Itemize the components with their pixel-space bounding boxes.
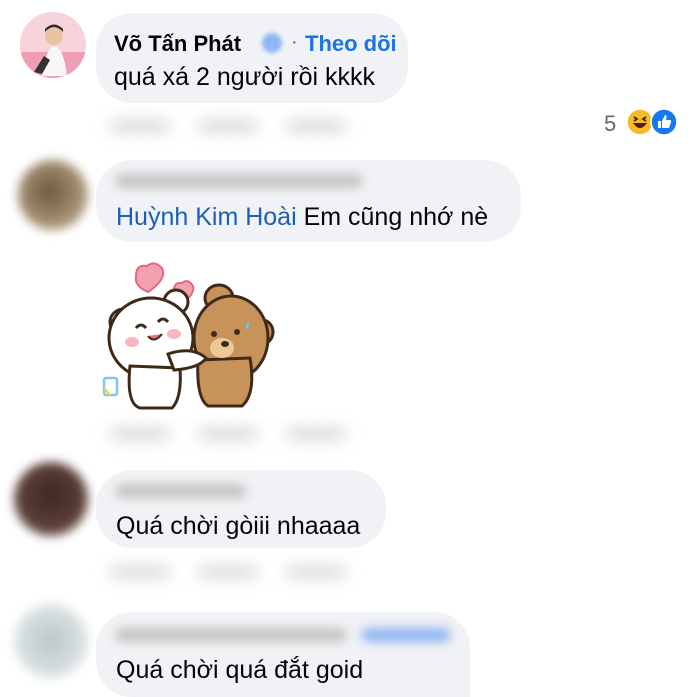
mention-link[interactable]: Huỳnh Kim Hoài <box>116 203 297 231</box>
sticker[interactable] <box>96 258 276 410</box>
comment-author[interactable] <box>116 484 246 498</box>
follow-button[interactable]: Theo dõi <box>305 31 397 57</box>
comment-bubble[interactable]: Quá chời gòiii nhaaaa <box>96 470 386 548</box>
comment-text: quá xá 2 người rồi kkkk <box>114 63 376 91</box>
comment-actions[interactable] <box>110 562 350 582</box>
comment-author[interactable]: Võ Tấn Phát <box>114 31 241 56</box>
reaction-summary[interactable]: 5 <box>604 108 684 138</box>
comment-text: Quá chời quá đắt goid <box>116 656 364 684</box>
hugging-bears-sticker <box>102 262 275 410</box>
comment-text: Huỳnh Kim Hoài Em cũng nhớ nè <box>116 203 489 231</box>
avatar[interactable] <box>20 12 86 78</box>
comment-bubble[interactable]: Huỳnh Kim Hoài Em cũng nhớ nè <box>96 160 521 242</box>
avatar-image <box>20 12 86 78</box>
comment-bubble[interactable]: Võ Tấn Phát · Theo dõi quá xá 2 người rồ… <box>96 13 408 103</box>
comment-text: Quá chời gòiii nhaaaa <box>116 512 361 540</box>
like-reaction-icon <box>650 108 678 141</box>
reaction-count: 5 <box>604 111 617 136</box>
comment-author[interactable] <box>116 628 346 642</box>
avatar[interactable] <box>14 604 88 678</box>
follow-button[interactable] <box>362 628 450 642</box>
avatar[interactable] <box>18 160 88 230</box>
verified-badge-icon <box>262 33 282 53</box>
comment-bubble[interactable]: Quá chời quá đắt goid <box>96 612 470 697</box>
comment-actions[interactable] <box>110 116 350 136</box>
comment-author[interactable] <box>116 174 362 188</box>
avatar[interactable] <box>14 462 88 536</box>
comment-actions[interactable] <box>110 424 350 444</box>
dot-separator: · <box>291 31 298 53</box>
